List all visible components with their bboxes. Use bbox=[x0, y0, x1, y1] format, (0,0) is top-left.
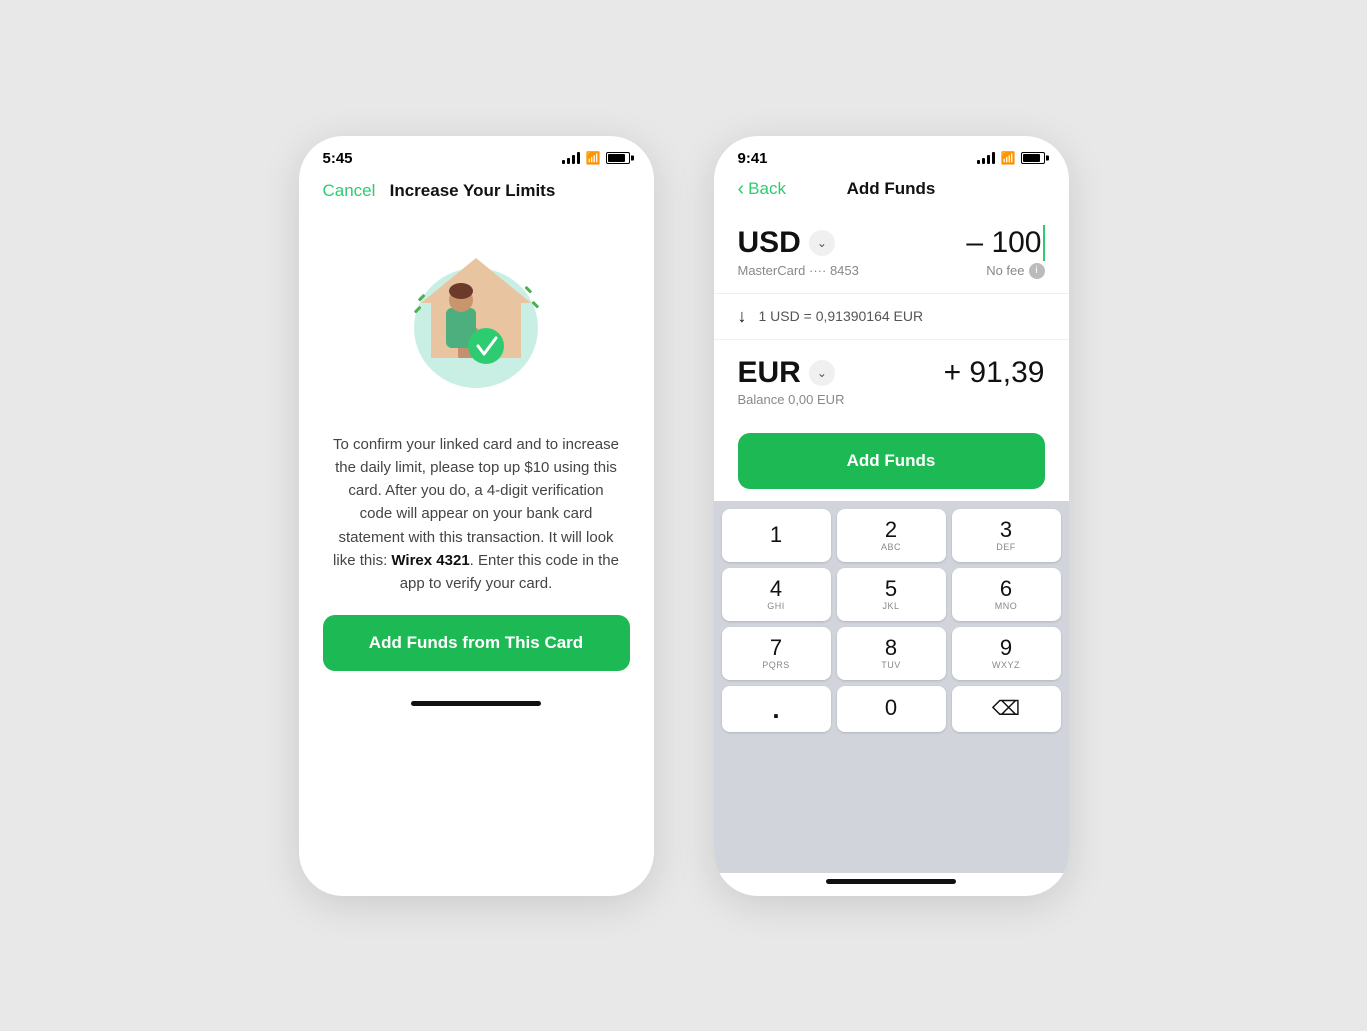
illustration-area bbox=[299, 213, 654, 413]
nav-bar-left: Cancel Increase Your Limits bbox=[299, 173, 654, 213]
from-amount-display: – 100 bbox=[966, 225, 1044, 261]
keypad-row-2: 4 GHI 5 JKL 6 MNO bbox=[718, 568, 1065, 621]
key-3-num: 3 bbox=[1000, 519, 1012, 541]
key-delete[interactable]: ⌫ bbox=[952, 686, 1061, 732]
left-phone: 5:45 📶 Cancel Increase Your Limits bbox=[299, 136, 654, 896]
home-indicator-left bbox=[411, 701, 541, 706]
status-icons-left: 📶 bbox=[562, 151, 630, 165]
key-9[interactable]: 9 WXYZ bbox=[952, 627, 1061, 680]
status-bar-left: 5:45 📶 bbox=[299, 136, 654, 173]
keypad-row-4: . 0 ⌫ bbox=[718, 686, 1065, 732]
back-button[interactable]: ‹ Back bbox=[738, 179, 786, 199]
right-phone: 9:41 📶 ‹ Back Add Funds U bbox=[714, 136, 1069, 896]
battery-icon bbox=[606, 152, 630, 164]
page-title-left: Increase Your Limits bbox=[390, 181, 556, 201]
from-sub-info: MasterCard ···· 8453 No fee i bbox=[738, 263, 1045, 293]
brand-code: Wirex 4321 bbox=[391, 552, 469, 569]
key-5-num: 5 bbox=[885, 578, 897, 600]
keypad: 1 2 ABC 3 DEF 4 GHI 5 J bbox=[714, 501, 1069, 873]
cursor-line bbox=[1043, 225, 1045, 261]
screen-container: 5:45 📶 Cancel Increase Your Limits bbox=[259, 96, 1109, 936]
illustration-svg bbox=[376, 228, 576, 408]
key-dot[interactable]: . bbox=[722, 686, 831, 732]
status-icons-right: 📶 bbox=[977, 151, 1045, 165]
key-6[interactable]: 6 MNO bbox=[952, 568, 1061, 621]
description-start: To confirm your linked card and to incre… bbox=[333, 436, 619, 569]
battery-icon-right bbox=[1021, 152, 1045, 164]
description-text: To confirm your linked card and to incre… bbox=[299, 413, 654, 616]
keypad-row-1: 1 2 ABC 3 DEF bbox=[718, 509, 1065, 562]
key-7[interactable]: 7 PQRS bbox=[722, 627, 831, 680]
chevron-left-icon: ‹ bbox=[738, 179, 745, 199]
key-2-num: 2 bbox=[885, 519, 897, 541]
key-0[interactable]: 0 bbox=[837, 686, 946, 732]
key-delete-icon: ⌫ bbox=[992, 699, 1020, 719]
key-1[interactable]: 1 bbox=[722, 509, 831, 562]
signal-icon-right bbox=[977, 152, 995, 164]
down-arrow-icon: ↓ bbox=[738, 306, 747, 327]
wifi-icon-right: 📶 bbox=[1001, 151, 1015, 165]
key-4[interactable]: 4 GHI bbox=[722, 568, 831, 621]
cancel-button[interactable]: Cancel bbox=[323, 181, 376, 201]
add-funds-card-button[interactable]: Add Funds from This Card bbox=[323, 615, 630, 671]
from-currency-name: USD bbox=[738, 226, 801, 260]
to-currency-name: EUR bbox=[738, 356, 801, 390]
to-currency-label: EUR ⌄ bbox=[738, 356, 835, 390]
no-fee-label: No fee i bbox=[986, 263, 1044, 279]
page-title-right: Add Funds bbox=[847, 179, 936, 199]
signal-icon bbox=[562, 152, 580, 164]
from-currency-label: USD ⌄ bbox=[738, 226, 835, 260]
nav-bar-right: ‹ Back Add Funds bbox=[714, 173, 1069, 209]
home-indicator-right bbox=[826, 879, 956, 884]
status-bar-right: 9:41 📶 bbox=[714, 136, 1069, 173]
status-time-right: 9:41 bbox=[738, 150, 768, 167]
to-currency-row: EUR ⌄ + 91,39 bbox=[738, 356, 1045, 390]
to-currency-section: EUR ⌄ + 91,39 Balance 0,00 EUR bbox=[714, 340, 1069, 413]
from-currency-dropdown[interactable]: ⌄ bbox=[809, 230, 835, 256]
keypad-row-3: 7 PQRS 8 TUV 9 WXYZ bbox=[718, 627, 1065, 680]
card-info: MasterCard ···· 8453 bbox=[738, 263, 859, 278]
key-7-num: 7 bbox=[770, 637, 782, 659]
from-amount: – 100 bbox=[966, 226, 1041, 260]
status-time-left: 5:45 bbox=[323, 150, 353, 167]
wifi-icon: 📶 bbox=[586, 151, 600, 165]
key-4-num: 4 bbox=[770, 578, 782, 600]
key-0-num: 0 bbox=[885, 697, 897, 719]
from-currency-row: USD ⌄ – 100 bbox=[738, 225, 1045, 261]
key-8-num: 8 bbox=[885, 637, 897, 659]
back-label: Back bbox=[748, 179, 786, 199]
key-3[interactable]: 3 DEF bbox=[952, 509, 1061, 562]
key-9-num: 9 bbox=[1000, 637, 1012, 659]
key-6-num: 6 bbox=[1000, 578, 1012, 600]
key-1-num: 1 bbox=[770, 524, 782, 546]
key-2[interactable]: 2 ABC bbox=[837, 509, 946, 562]
info-icon[interactable]: i bbox=[1029, 263, 1045, 279]
exchange-rate-text: 1 USD = 0,91390164 EUR bbox=[759, 308, 924, 324]
exchange-rate-row: ↓ 1 USD = 0,91390164 EUR bbox=[714, 294, 1069, 340]
key-8[interactable]: 8 TUV bbox=[837, 627, 946, 680]
add-funds-button[interactable]: Add Funds bbox=[738, 433, 1045, 489]
balance-text: Balance 0,00 EUR bbox=[738, 392, 1045, 407]
to-amount: + 91,39 bbox=[944, 356, 1045, 390]
key-5[interactable]: 5 JKL bbox=[837, 568, 946, 621]
to-currency-dropdown[interactable]: ⌄ bbox=[809, 360, 835, 386]
from-currency-section: USD ⌄ – 100 MasterCard ···· 8453 No fee … bbox=[714, 209, 1069, 294]
